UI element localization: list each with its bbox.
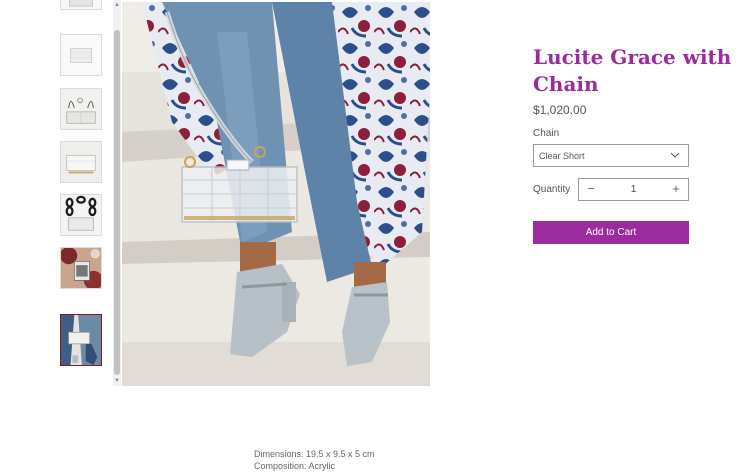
- thumbnail-image: [61, 142, 101, 182]
- product-price: $1,020.00: [533, 103, 587, 117]
- product-title: Lucite Grace with Chain: [533, 45, 732, 96]
- thumbnail-image: [61, 35, 101, 75]
- scroll-down-arrow-icon[interactable]: ▼: [113, 377, 121, 385]
- product-photo: [122, 2, 430, 386]
- thumbnail-image: [61, 195, 101, 235]
- thumbnail-image: [61, 315, 101, 365]
- chain-selected-value: Clear Short: [539, 151, 585, 161]
- quantity-label: Quantity: [533, 184, 571, 195]
- add-to-cart-button[interactable]: Add to Cart: [533, 221, 689, 244]
- quantity-decrease-button[interactable]: −: [581, 179, 601, 200]
- thumbnail-clear-bag-side[interactable]: [60, 34, 102, 76]
- gallery-scrollbar[interactable]: ▲ ▼: [113, 0, 121, 386]
- chain-label: Chain: [533, 128, 560, 139]
- thumbnail-image: [61, 0, 101, 9]
- quantity-increase-button[interactable]: +: [666, 179, 686, 200]
- thumbnail-image: [61, 248, 101, 288]
- thumbnail-bag-with-gold-chain[interactable]: [60, 88, 102, 130]
- quantity-stepper: − 1 +: [578, 178, 689, 201]
- main-product-image[interactable]: [122, 2, 430, 386]
- product-composition: Composition: Acrylic: [254, 461, 336, 471]
- chain-dropdown[interactable]: Clear Short: [533, 144, 689, 167]
- product-dimensions: Dimensions: 19.5 x 9.5 x 5 cm: [254, 449, 375, 459]
- thumbnail-bag-with-black-chain[interactable]: [60, 194, 102, 236]
- product-description: Dimensions: 19.5 x 9.5 x 5 cm Compositio…: [254, 448, 375, 472]
- scrollbar-thumb[interactable]: [114, 30, 120, 375]
- thumbnail-clear-bag-top[interactable]: [60, 0, 102, 10]
- thumbnail-bag-on-surface[interactable]: [60, 141, 102, 183]
- thumbnail-bag-on-pattern[interactable]: [60, 247, 102, 289]
- thumbnail-image: [61, 89, 101, 129]
- thumbnail-bag-lifestyle[interactable]: [60, 314, 102, 366]
- quantity-input[interactable]: 1: [609, 184, 658, 195]
- scroll-up-arrow-icon[interactable]: ▲: [113, 1, 121, 9]
- chevron-down-icon: [670, 152, 680, 158]
